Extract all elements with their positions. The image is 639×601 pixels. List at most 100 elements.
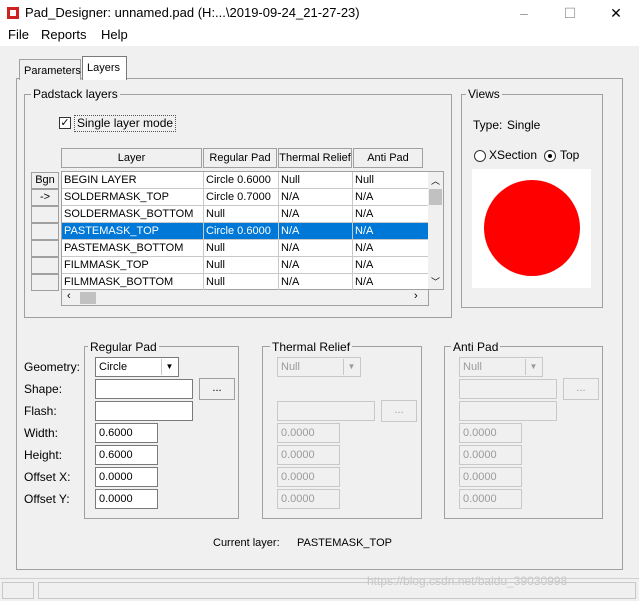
scroll-right-icon[interactable]: › — [414, 290, 418, 302]
width-label: Width: — [24, 426, 59, 440]
row-button-bgn[interactable]: Bgn — [31, 172, 59, 189]
cell-regular-pad: Null — [204, 206, 279, 223]
cell-thermal-relief: N/A — [279, 223, 353, 240]
table-row[interactable]: FILMMASK_TOP Null N/A N/A — [62, 257, 428, 274]
cell-thermal-relief: N/A — [279, 189, 353, 206]
menu-reports[interactable]: Reports — [41, 27, 87, 42]
thermal-relief-title: Thermal Relief — [270, 340, 353, 354]
regular-pad-height-field[interactable]: 0.6000 — [95, 445, 158, 465]
table-row[interactable]: SOLDERMASK_BOTTOM Null N/A N/A — [62, 206, 428, 223]
chevron-down-icon: ▼ — [525, 359, 541, 375]
thermal-relief-flash-field[interactable] — [277, 401, 375, 421]
anti-pad-title: Anti Pad — [451, 340, 501, 354]
anti-pad-geometry-value: Null — [463, 361, 482, 373]
scroll-thumb[interactable] — [80, 292, 96, 304]
row-button[interactable] — [31, 223, 59, 240]
close-button[interactable]: ✕ — [593, 0, 639, 26]
regular-pad-flash-field[interactable] — [95, 401, 193, 421]
cell-thermal-relief: N/A — [279, 257, 353, 274]
regular-pad-geometry-select[interactable]: Circle ▼ — [95, 357, 179, 377]
scroll-thumb[interactable] — [429, 189, 442, 205]
layers-grid: BEGIN LAYER Circle 0.6000 Null Null SOLD… — [61, 171, 429, 291]
row-button[interactable] — [31, 240, 59, 257]
top-radio[interactable] — [544, 150, 556, 162]
cell-layer: SOLDERMASK_BOTTOM — [62, 206, 204, 223]
window-title: Pad_Designer: unnamed.pad (H:...\2019-09… — [25, 5, 360, 20]
anti-pad-shape-field[interactable] — [459, 379, 557, 399]
table-row[interactable]: SOLDERMASK_TOP Circle 0.7000 N/A N/A — [62, 189, 428, 206]
pad-preview — [472, 169, 591, 288]
table-row[interactable]: BEGIN LAYER Circle 0.6000 Null Null — [62, 172, 428, 189]
thermal-relief-offset-x-field[interactable]: 0.0000 — [277, 467, 340, 487]
cell-anti-pad: N/A — [355, 191, 374, 203]
chevron-down-icon: ▼ — [343, 359, 359, 375]
app-icon — [7, 7, 19, 19]
tab-parameters[interactable]: Parameters — [19, 59, 81, 80]
check-mark-icon: ✓ — [60, 117, 70, 129]
watermark-text: https://blog.csdn.net/baidu_39030998 — [367, 574, 568, 588]
table-row[interactable]: FILMMASK_BOTTOM Null N/A N/A — [62, 274, 428, 291]
thermal-relief-width-field[interactable]: 0.0000 — [277, 423, 340, 443]
cell-regular-pad: Null — [204, 274, 279, 291]
top-label: Top — [560, 148, 580, 162]
cell-thermal-relief: N/A — [279, 240, 353, 257]
table-row[interactable]: PASTEMASK_BOTTOM Null N/A N/A — [62, 240, 428, 257]
cell-thermal-relief: N/A — [279, 274, 353, 291]
geometry-label: Geometry: — [24, 360, 81, 374]
scroll-up-icon[interactable]: ︿ — [431, 174, 440, 187]
cell-layer: SOLDERMASK_TOP — [62, 189, 204, 206]
single-layer-label: Single layer mode — [74, 115, 177, 132]
anti-pad-geometry-select[interactable]: Null ▼ — [459, 357, 543, 377]
column-header-layer[interactable]: Layer — [61, 148, 202, 168]
thermal-relief-geometry-select[interactable]: Null ▼ — [277, 357, 361, 377]
table-row-selected[interactable]: PASTEMASK_TOP Circle 0.6000 N/A N/A — [62, 223, 428, 240]
row-button-current[interactable]: -> — [31, 189, 59, 206]
menu-file[interactable]: File — [8, 27, 29, 42]
cell-regular-pad: Circle 0.6000 — [204, 172, 279, 189]
menu-help[interactable]: Help — [101, 27, 128, 42]
anti-pad-flash-field[interactable] — [459, 401, 557, 421]
chevron-down-icon: ▼ — [161, 359, 177, 375]
anti-pad-height-field[interactable]: 0.0000 — [459, 445, 522, 465]
minimize-button[interactable]: – — [501, 0, 547, 26]
scroll-left-icon[interactable]: ‹ — [67, 290, 71, 302]
padstack-layers-title: Padstack layers — [31, 87, 120, 101]
thermal-relief-flash-browse-button[interactable]: ... — [381, 400, 417, 422]
cell-layer: PASTEMASK_TOP — [62, 223, 204, 240]
pad-circle-shape — [484, 180, 580, 276]
height-label: Height: — [24, 448, 63, 462]
regular-pad-shape-browse-button[interactable]: ... — [199, 378, 235, 400]
cell-anti-pad: N/A — [355, 276, 374, 288]
column-header-anti-pad[interactable]: Anti Pad — [353, 148, 423, 168]
cell-anti-pad: N/A — [355, 225, 374, 237]
xsection-radio[interactable] — [474, 150, 486, 162]
regular-pad-width-field[interactable]: 0.6000 — [95, 423, 158, 443]
cell-regular-pad: Null — [204, 240, 279, 257]
column-header-regular-pad[interactable]: Regular Pad — [203, 148, 277, 168]
single-layer-checkbox[interactable]: ✓ — [59, 117, 71, 129]
anti-pad-shape-browse-button[interactable]: ... — [563, 378, 599, 400]
thermal-relief-height-field[interactable]: 0.0000 — [277, 445, 340, 465]
thermal-relief-offset-y-field[interactable]: 0.0000 — [277, 489, 340, 509]
horizontal-scrollbar[interactable]: ‹ › — [61, 290, 429, 306]
cell-thermal-relief: N/A — [279, 206, 353, 223]
offset-x-label: Offset X: — [24, 470, 71, 484]
column-header-thermal-relief[interactable]: Thermal Relief — [278, 148, 352, 168]
cell-layer: FILMMASK_BOTTOM — [62, 274, 204, 291]
scroll-down-icon[interactable]: ﹀ — [431, 275, 440, 288]
regular-pad-offset-y-field[interactable]: 0.0000 — [95, 489, 158, 509]
row-button[interactable] — [31, 257, 59, 274]
status-pane-left — [2, 582, 34, 599]
row-button[interactable] — [31, 274, 59, 291]
row-button[interactable] — [31, 206, 59, 223]
maximize-button[interactable]: ☐ — [547, 0, 593, 26]
anti-pad-offset-y-field[interactable]: 0.0000 — [459, 489, 522, 509]
tab-layers[interactable]: Layers — [82, 56, 127, 80]
vertical-scrollbar[interactable]: ︿ ﹀ — [428, 171, 444, 290]
current-layer-value: PASTEMASK_TOP — [297, 537, 392, 549]
anti-pad-offset-x-field[interactable]: 0.0000 — [459, 467, 522, 487]
regular-pad-shape-field[interactable] — [95, 379, 193, 399]
views-title: Views — [466, 87, 502, 101]
anti-pad-width-field[interactable]: 0.0000 — [459, 423, 522, 443]
regular-pad-offset-x-field[interactable]: 0.0000 — [95, 467, 158, 487]
